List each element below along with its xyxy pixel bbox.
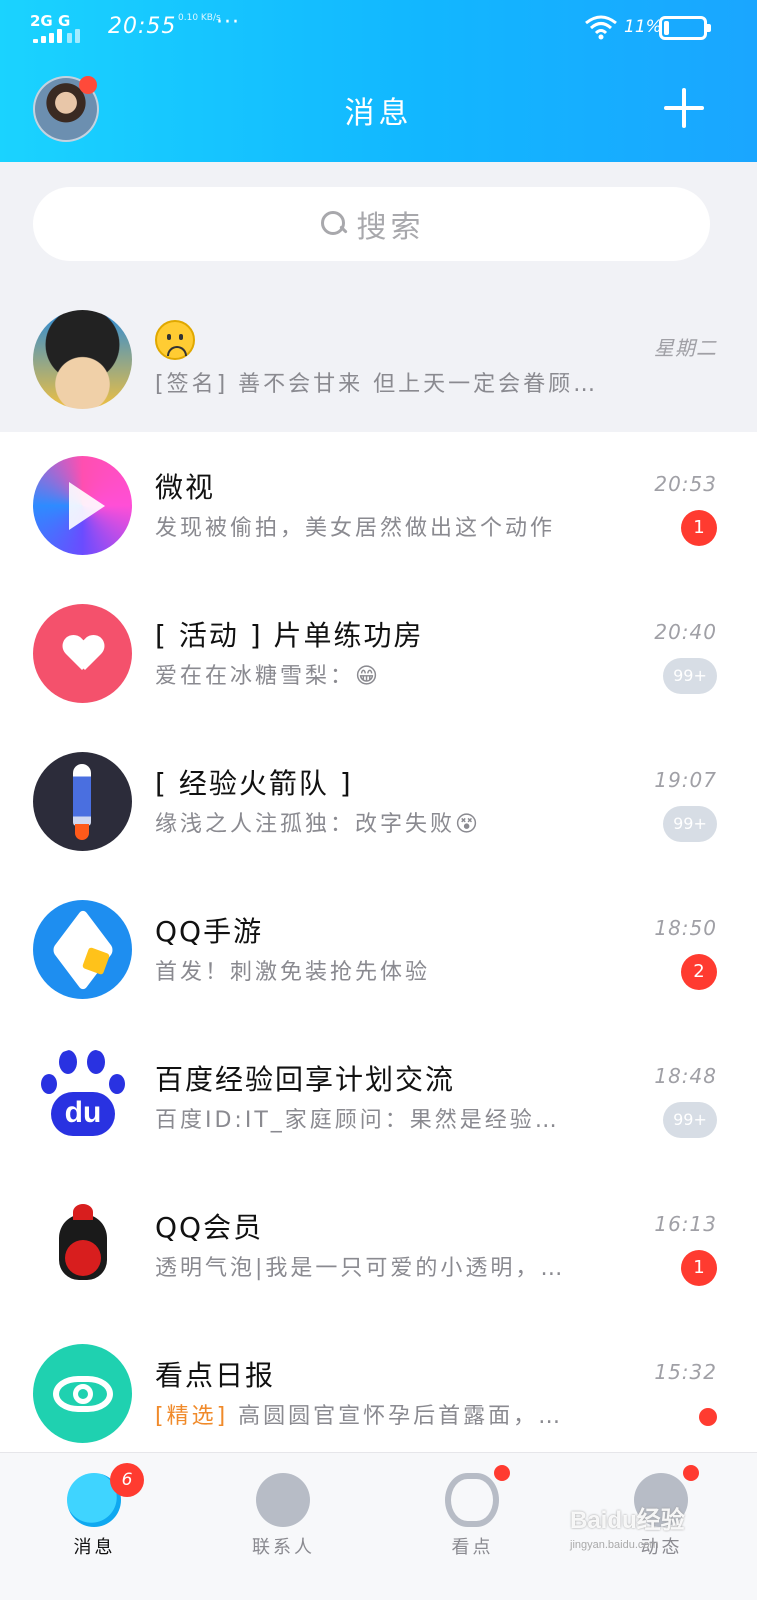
unread-badge: 99+: [663, 658, 717, 694]
search-area: 搜索: [0, 162, 757, 290]
clock: 20:55: [108, 14, 177, 39]
conversation-preview: 缘浅之人注孤独：改字失败😵: [155, 812, 481, 837]
network-type: 2G G: [30, 12, 71, 30]
heart-icon: [33, 604, 132, 703]
tab-badge: 6: [110, 1463, 144, 1497]
conversation-time: 15:32: [654, 1360, 717, 1384]
wifi-icon: [585, 15, 617, 40]
preview-text: 高圆圆官宣怀孕后首露面，…: [238, 1404, 564, 1429]
unread-badge: 99+: [663, 806, 717, 842]
watermark-url: jingyan.baidu.com: [570, 1539, 659, 1551]
conversation-title: 百度经验回享计划交流: [155, 1063, 456, 1096]
conversation-row-baidu-group[interactable]: du 百度经验回享计划交流 百度ID:IT_家庭顾问：果然是经验… 18:48 …: [0, 1024, 757, 1172]
conversation-title: 看点日报: [155, 1359, 276, 1392]
contact-avatar: [33, 310, 132, 409]
conversation-preview: 爱在在冰糖雪梨：😁: [155, 664, 381, 689]
conversation-title: QQ会员: [155, 1211, 264, 1244]
weishi-logo-icon: [33, 456, 132, 555]
page-title: 消息: [344, 96, 413, 131]
conversation-title: [ 经验火箭队 ]: [155, 767, 353, 800]
rocket-icon: [33, 752, 132, 851]
battery-percent: 11%: [624, 17, 662, 37]
status-bar: 2G G 20:55 0.10 KB/s ··· 11%: [0, 0, 757, 56]
signal-icon: [33, 29, 81, 43]
conversation-list: 微视 发现被偷拍，美女居然做出这个动作 20:53 1 [ 活动 ] 片单练功房…: [0, 432, 757, 1452]
eye-icon: [445, 1473, 499, 1527]
top-header: 2G G 20:55 0.10 KB/s ··· 11% 消息: [0, 0, 757, 162]
conversation-preview: 百度ID:IT_家庭顾问：果然是经验…: [155, 1108, 560, 1133]
search-placeholder: 搜索: [356, 210, 425, 245]
add-plus-button[interactable]: [664, 88, 704, 128]
unread-badge: 99+: [663, 1102, 717, 1138]
battery-icon: [659, 16, 711, 40]
search-icon: [319, 209, 349, 239]
tab-dot: [683, 1465, 699, 1481]
conversation-time: 星期二: [654, 336, 717, 360]
unread-badge: 1: [681, 510, 717, 546]
watermark: Baidu经验 jingyan.baidu.com: [570, 1500, 740, 1560]
conversation-preview: [精选] 高圆圆官宣怀孕后首露面，…: [155, 1398, 563, 1430]
conversation-row-weishi[interactable]: 微视 发现被偷拍，美女居然做出这个动作 20:53 1: [0, 432, 757, 580]
network-speed: 0.10 KB/s: [178, 13, 221, 23]
conversation-preview: 首发！刺激免装抢先体验: [155, 960, 431, 985]
conversation-title: [ 活动 ] 片单练功房: [155, 619, 424, 652]
watermark-text: Baidu经验: [570, 1507, 685, 1534]
tab-dot: [494, 1465, 510, 1481]
conversation-time: 20:40: [654, 620, 717, 644]
sad-face-icon: [155, 320, 195, 360]
conversation-row-qq-vip[interactable]: QQ会员 透明气泡|我是一只可爱的小透明，… 16:13 1: [0, 1172, 757, 1320]
conversation-preview: [签名] 善不会甘来 但上天一定会眷顾…: [155, 372, 599, 397]
tab-label: 消息: [73, 1537, 116, 1558]
conversation-time: 18:50: [654, 916, 717, 940]
qq-games-logo-icon: [33, 900, 132, 999]
unread-dot: [699, 1408, 717, 1426]
tab-contacts[interactable]: 联系人: [189, 1453, 378, 1600]
conversation-preview: 透明气泡|我是一只可爱的小透明，…: [155, 1256, 566, 1281]
unread-badge: 1: [681, 1250, 717, 1286]
conversation-row-kandian-daily[interactable]: 看点日报 [精选] 高圆圆官宣怀孕后首露面，… 15:32: [0, 1320, 757, 1468]
conversation-title: 微视: [155, 471, 216, 504]
conversation-time: 16:13: [654, 1212, 717, 1236]
contacts-icon: [256, 1473, 310, 1527]
baidu-paw-icon: du: [33, 1048, 132, 1147]
featured-tag: [精选]: [155, 1404, 229, 1429]
tab-messages[interactable]: 6 消息: [0, 1453, 189, 1600]
conversation-time: 20:53: [654, 472, 717, 496]
qq-penguin-icon: [33, 1196, 132, 1295]
pinned-conversation[interactable]: 星期二 [签名] 善不会甘来 但上天一定会眷顾…: [0, 290, 757, 432]
conversation-title: QQ手游: [155, 915, 264, 948]
du-logo-text: du: [51, 1092, 115, 1136]
search-input[interactable]: 搜索: [33, 187, 710, 261]
conversation-row-qq-games[interactable]: QQ手游 首发！刺激免装抢先体验 18:50 2: [0, 876, 757, 1024]
more-status-icon: ···: [216, 10, 240, 35]
tab-label: 看点: [451, 1537, 494, 1558]
conversation-row-activity[interactable]: [ 活动 ] 片单练功房 爱在在冰糖雪梨：😁 20:40 99+: [0, 580, 757, 728]
tab-label: 联系人: [252, 1537, 315, 1558]
unread-badge: 2: [681, 954, 717, 990]
conversation-preview: 发现被偷拍，美女居然做出这个动作: [155, 516, 556, 541]
conversation-time: 18:48: [654, 1064, 717, 1088]
tab-kandian[interactable]: 看点: [378, 1453, 567, 1600]
conversation-time: 19:07: [654, 768, 717, 792]
conversation-row-rocket-team[interactable]: [ 经验火箭队 ] 缘浅之人注孤独：改字失败😵 19:07 99+: [0, 728, 757, 876]
kandian-eye-icon: [33, 1344, 132, 1443]
